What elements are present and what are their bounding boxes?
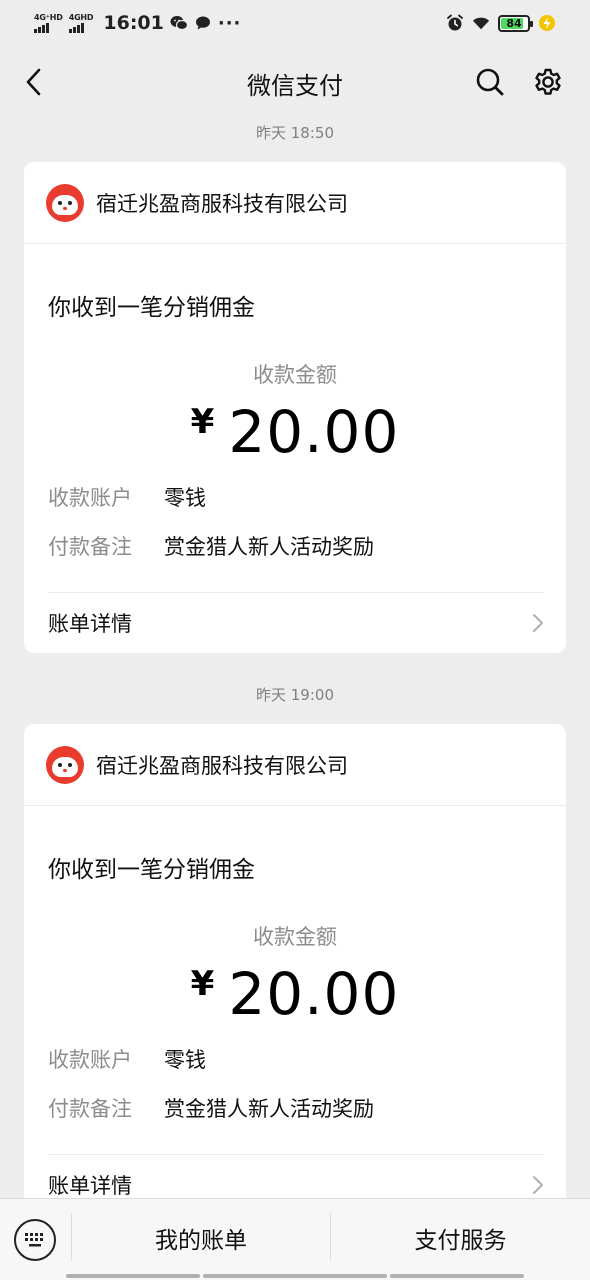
gear-icon (535, 68, 561, 95)
account-label: 收款账户 (48, 1048, 132, 1072)
merchant-header: 宿迁兆盈商服科技有限公司 (24, 162, 566, 244)
signal-icon: 4GHD (68, 12, 94, 33)
bottom-menu-bar: 我的账单 支付服务 (0, 1198, 590, 1280)
account-row: 收款账户 零钱 (48, 1044, 206, 1074)
wechat-icon (170, 14, 188, 32)
amount-label: 收款金额 (253, 925, 337, 949)
bill-details-label: 账单详情 (48, 612, 132, 636)
account-value: 零钱 (164, 486, 206, 510)
merchant-logo-icon (46, 183, 84, 222)
wifi-icon (472, 14, 490, 32)
note-label: 付款备注 (48, 1097, 132, 1121)
currency-symbol: ¥ (190, 402, 215, 442)
note-value: 赏金猎人新人活动奖励 (164, 535, 374, 559)
more-indicator: ··· (217, 12, 242, 34)
nav-indicator (203, 1274, 387, 1278)
note-label: 付款备注 (48, 535, 132, 559)
settings-button[interactable] (528, 62, 568, 102)
message-icon (194, 14, 212, 32)
note-value: 赏金猎人新人活动奖励 (164, 1097, 374, 1121)
account-label: 收款账户 (48, 486, 132, 510)
wechat-pay-screen: 4G⁺HD 4GHD 16:01 ··· 84 微信支付 昨天 18:50 宿迁… (0, 0, 590, 1280)
note-row: 付款备注 赏金猎人新人活动奖励 (48, 531, 374, 561)
message-title: 你收到一笔分销佣金 (48, 857, 255, 883)
bill-details-link[interactable]: 账单详情 (24, 593, 566, 653)
status-bar: 4G⁺HD 4GHD 16:01 ··· 84 (0, 0, 590, 46)
amount-label: 收款金额 (253, 363, 337, 387)
currency-symbol: ¥ (190, 964, 215, 1004)
my-bills-button[interactable]: 我的账单 (72, 1213, 330, 1263)
search-icon (476, 68, 504, 96)
search-button[interactable] (470, 62, 510, 102)
note-row: 付款备注 赏金猎人新人活动奖励 (48, 1093, 374, 1123)
battery-icon: 84 (498, 14, 533, 32)
message-title: 你收到一笔分销佣金 (48, 295, 255, 321)
charging-icon (538, 14, 556, 32)
payment-message-card[interactable]: 宿迁兆盈商服科技有限公司 你收到一笔分销佣金 收款金额 ¥20.00 收款账户 … (24, 724, 566, 1264)
keyboard-icon (25, 1233, 43, 1247)
pay-services-button[interactable]: 支付服务 (331, 1213, 590, 1263)
alarm-icon (446, 14, 464, 32)
signal-icon: 4G⁺HD (34, 12, 63, 33)
amount-value: 20.00 (228, 398, 400, 466)
payment-message-card[interactable]: 宿迁兆盈商服科技有限公司 你收到一笔分销佣金 收款金额 ¥20.00 收款账户 … (24, 162, 566, 653)
signal-1-label: 4G⁺HD (34, 12, 63, 22)
merchant-name: 宿迁兆盈商服科技有限公司 (96, 191, 348, 216)
amount-value: 20.00 (228, 960, 400, 1028)
nav-indicator (390, 1274, 524, 1278)
battery-level: 84 (506, 16, 522, 30)
merchant-name: 宿迁兆盈商服科技有限公司 (96, 753, 348, 778)
signal-2-label: 4GHD (68, 12, 94, 22)
amount: ¥20.00 (24, 398, 566, 466)
nav-indicator (66, 1274, 200, 1278)
message-timestamp: 昨天 18:50 (256, 124, 334, 142)
status-left: 4G⁺HD 4GHD 16:01 ··· (34, 12, 241, 34)
chevron-right-icon (530, 611, 546, 635)
clock: 16:01 (103, 12, 164, 34)
amount: ¥20.00 (24, 960, 566, 1028)
account-value: 零钱 (164, 1048, 206, 1072)
merchant-logo-icon (46, 745, 84, 784)
nav-bar: 微信支付 (0, 46, 590, 118)
chevron-right-icon (530, 1173, 546, 1197)
merchant-header: 宿迁兆盈商服科技有限公司 (24, 724, 566, 806)
status-right: 84 (446, 14, 556, 32)
keyboard-toggle-button[interactable] (14, 1219, 56, 1261)
message-timestamp: 昨天 19:00 (256, 686, 334, 704)
account-row: 收款账户 零钱 (48, 482, 206, 512)
bill-details-label: 账单详情 (48, 1174, 132, 1198)
